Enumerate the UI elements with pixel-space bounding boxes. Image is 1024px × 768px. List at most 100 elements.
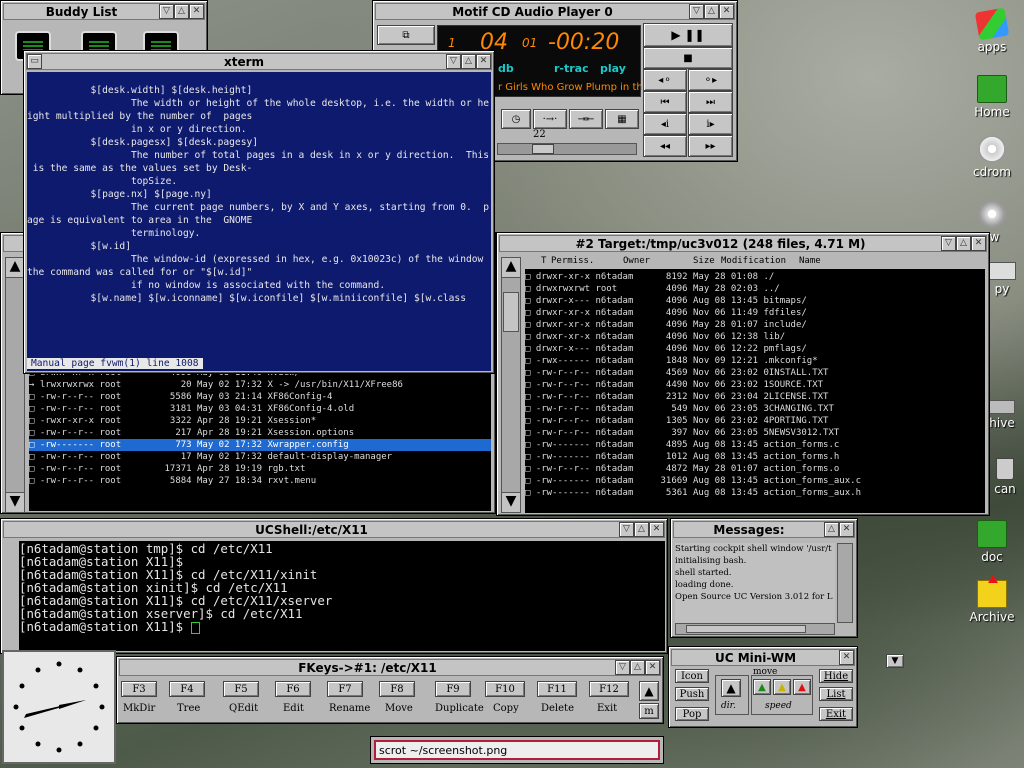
file-row[interactable]: □ -rw-r--r-- root 5586 May 03 21:14 XF86… [29, 391, 491, 403]
file-row[interactable]: □ drwxr-xr-x n6tadam 4096 Nov 06 12:38 l… [525, 331, 985, 343]
file-row[interactable]: □ drwxr-x--- n6tadam 4096 Aug 08 13:45 b… [525, 295, 985, 307]
play-pause-button[interactable]: ▶ ❚❚ [643, 23, 733, 47]
pop-button[interactable]: Pop [675, 707, 709, 721]
scroll-up-icon[interactable]: ▲ [502, 258, 520, 278]
cd-mode-button[interactable]: ⧉ [377, 25, 435, 45]
messages-titlebar[interactable]: Messages: △ ✕ [673, 521, 855, 538]
maximize-icon[interactable]: △ [824, 522, 839, 537]
repeat-icon[interactable]: ⇥⇤ [569, 109, 603, 129]
header-permissions[interactable]: Permiss. [551, 255, 594, 268]
speed-slow-icon[interactable]: ▲ [753, 679, 771, 695]
file-row[interactable]: □ -rw-r--r-- root 5884 May 27 18:34 rxvt… [29, 475, 491, 487]
f3-button[interactable]: F3 [121, 681, 157, 697]
desktop-icon-archive[interactable]: Archive [962, 575, 1022, 624]
next-index-button[interactable]: ⚬▸ [688, 69, 733, 91]
maximize-icon[interactable]: △ [704, 4, 719, 19]
f8-button[interactable]: F8 [379, 681, 415, 697]
file-row[interactable]: □ -rw-r--r-- n6tadam 397 Nov 06 23:05 5N… [525, 427, 985, 439]
minimize-icon[interactable]: ▽ [689, 4, 704, 19]
f11-button[interactable]: F11 [537, 681, 577, 697]
minimize-icon[interactable]: ▽ [619, 522, 634, 537]
close-icon[interactable]: ✕ [839, 522, 854, 537]
speed-medium-icon[interactable]: ▲ [773, 679, 791, 695]
window-menu-icon[interactable]: ▭ [27, 54, 42, 69]
scroll-up-icon[interactable]: ▲ [639, 681, 659, 701]
file-row[interactable]: □ -rw-r--r-- n6tadam 549 Nov 06 23:05 3C… [525, 403, 985, 415]
close-icon[interactable]: ✕ [971, 236, 986, 251]
file-row[interactable]: □ -rw-r--r-- n6tadam 2312 Nov 06 23:04 2… [525, 391, 985, 403]
scroll-thumb[interactable] [503, 292, 519, 332]
file-row[interactable]: □ -rwxr-xr-x root 3322 Apr 28 19:21 Xses… [29, 415, 491, 427]
prev-track-button[interactable]: ⏮ [643, 91, 687, 113]
desktop-icon-home[interactable]: Home [962, 75, 1022, 119]
maximize-icon[interactable]: △ [461, 54, 476, 69]
timer-icon[interactable]: ◷ [501, 109, 531, 129]
file-row[interactable]: □ -rw-r--r-- root 17 May 02 17:32 defaul… [29, 451, 491, 463]
list-button[interactable]: List [819, 687, 853, 701]
icon-button[interactable]: Icon [675, 669, 709, 683]
target-scrollbar[interactable]: ▲ ▼ [501, 257, 521, 513]
header-size[interactable]: Size [693, 255, 715, 268]
xterm-content[interactable]: $[desk.width] $[desk.height] The width o… [27, 72, 491, 357]
target-titlebar[interactable]: #2 Target:/tmp/uc3v012 (248 files, 4.71 … [499, 235, 987, 252]
exit-button[interactable]: Exit [819, 707, 853, 721]
header-name[interactable]: Name [799, 255, 821, 268]
file-row[interactable]: □ drwxr-x--- n6tadam 4096 Nov 06 12:22 p… [525, 343, 985, 355]
volume-slider[interactable] [497, 143, 637, 155]
f7-button[interactable]: F7 [327, 681, 363, 697]
file-row[interactable]: □ drwxr-xr-x n6tadam 4096 May 28 01:07 i… [525, 319, 985, 331]
scroll-down-icon[interactable]: ▼ [502, 492, 520, 512]
fkeys-titlebar[interactable]: FKeys->#1: /etc/X11 ▽ △ ✕ [119, 659, 661, 676]
minimize-icon[interactable]: ▽ [446, 54, 461, 69]
f5-button[interactable]: F5 [223, 681, 259, 697]
next-track-button[interactable]: ⏭ [688, 91, 733, 113]
header-owner[interactable]: Owner [623, 255, 650, 268]
ucshell-titlebar[interactable]: UCShell:/etc/X11 ▽ △ ✕ [3, 521, 665, 538]
dropdown-icon[interactable]: ▼ [886, 654, 904, 668]
file-row[interactable]: □ drwxr-xr-x n6tadam 4096 Nov 06 11:49 f… [525, 307, 985, 319]
desktop-icon-apps[interactable]: apps [962, 7, 1022, 54]
file-row[interactable]: □ -rw-r--r-- root 217 Apr 28 19:21 Xsess… [29, 427, 491, 439]
close-icon[interactable]: ✕ [649, 522, 664, 537]
file-row[interactable]: □ -rwx------ n6tadam 1848 Nov 09 12:21 .… [525, 355, 985, 367]
minimize-icon[interactable]: ▽ [941, 236, 956, 251]
prev-index-button[interactable]: ◂⚬ [643, 69, 687, 91]
fast-forward-button[interactable]: ▸▸ [688, 135, 733, 157]
close-icon[interactable]: ✕ [189, 4, 204, 19]
desktop-icon-doc[interactable]: doc [962, 520, 1022, 564]
messages-vscroll[interactable] [837, 543, 853, 623]
ucshell-terminal[interactable]: [n6tadam@station tmp]$ cd /etc/X11 [n6tad… [19, 541, 665, 651]
grid-icon[interactable]: ▦ [605, 109, 639, 129]
maximize-icon[interactable]: △ [634, 522, 649, 537]
maximize-icon[interactable]: △ [630, 660, 645, 675]
minimize-icon[interactable]: ▽ [615, 660, 630, 675]
file-row[interactable]: → lrwxrwxrwx root 20 May 02 17:32 X -> /… [29, 379, 491, 391]
f9-button[interactable]: F9 [435, 681, 471, 697]
close-icon[interactable]: ✕ [476, 54, 491, 69]
m-button[interactable]: m [639, 703, 659, 719]
next-i-button[interactable]: i▸ [688, 113, 733, 135]
push-button[interactable]: Push [675, 687, 709, 701]
shuffle-icon[interactable]: ·→· [533, 109, 567, 129]
minimize-icon[interactable]: ▽ [159, 4, 174, 19]
rewind-button[interactable]: ◂◂ [643, 135, 687, 157]
maximize-icon[interactable]: △ [174, 4, 189, 19]
buddy-list-titlebar[interactable]: Buddy List ▽ △ ✕ [3, 3, 205, 20]
file-row[interactable]: □ -rw------- root 773 May 02 17:32 Xwrap… [29, 439, 491, 451]
hide-button[interactable]: Hide [819, 669, 853, 683]
file-row[interactable]: □ drwxrwxrwt root 4096 May 28 02:03 ../ [525, 283, 985, 295]
header-type[interactable]: T [541, 255, 546, 268]
direction-up-icon[interactable]: ▲ [721, 679, 741, 697]
f6-button[interactable]: F6 [275, 681, 311, 697]
prev-i-button[interactable]: ◂i [643, 113, 687, 135]
file-row[interactable]: □ -rw-r--r-- n6tadam 1305 Nov 06 23:02 4… [525, 415, 985, 427]
desktop-icon-cdrom[interactable]: cdrom [962, 135, 1022, 179]
close-icon[interactable]: ✕ [719, 4, 734, 19]
file-row[interactable]: □ -rw------- n6tadam 5361 Aug 08 13:45 a… [525, 487, 985, 499]
stop-button[interactable]: ■ [643, 47, 733, 69]
close-icon[interactable]: ✕ [645, 660, 660, 675]
xterm-titlebar[interactable]: ▭ xterm ▽ △ ✕ [26, 53, 492, 70]
cd-player-titlebar[interactable]: Motif CD Audio Player 0 ▽ △ ✕ [375, 3, 735, 20]
close-icon[interactable]: ✕ [839, 650, 854, 665]
file-row[interactable]: □ drwxr-xr-x n6tadam 8192 May 28 01:08 .… [525, 271, 985, 283]
